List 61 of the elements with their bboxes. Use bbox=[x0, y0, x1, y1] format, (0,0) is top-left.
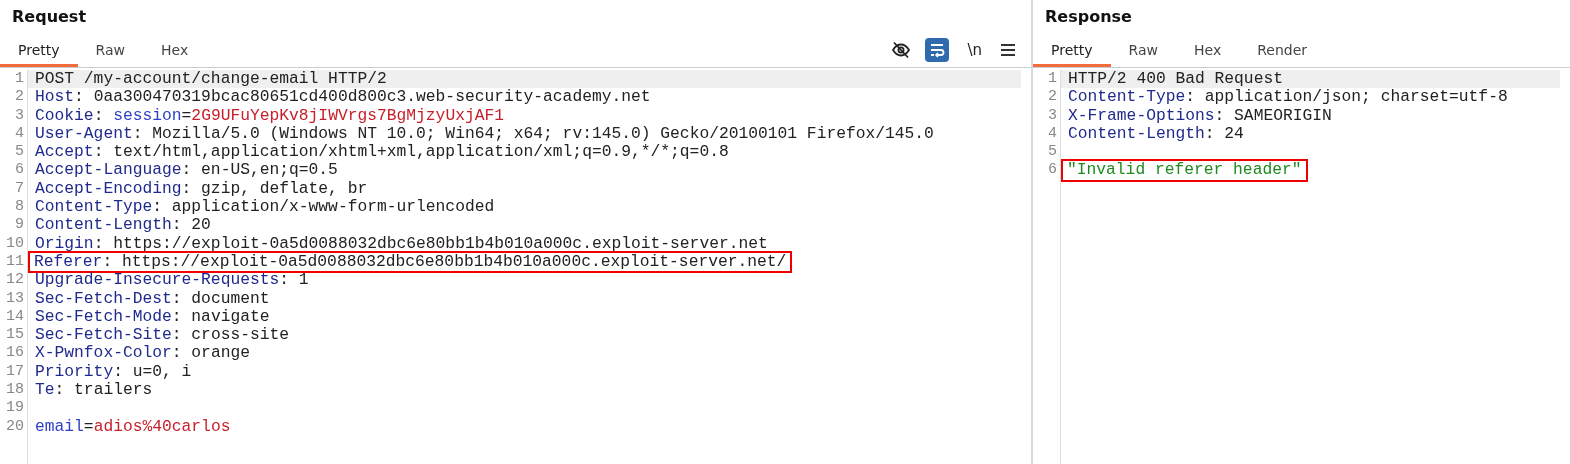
newline-toggle[interactable]: \n bbox=[963, 40, 986, 59]
tab[interactable]: Hex bbox=[143, 32, 207, 67]
code-line: Sec-Fetch-Mode: navigate bbox=[35, 307, 270, 327]
line-number: 12 bbox=[0, 271, 28, 290]
code-line: X-Pwnfox-Color: orange bbox=[35, 344, 250, 363]
line-number: 8 bbox=[0, 198, 28, 217]
code-line: Content-Type: application/json; charset=utf-8 bbox=[1068, 88, 1508, 107]
code-line: Referer: https://exploit-0a5d0088032dbc6e80bb1b4b010a000c.exploit-server.net/ bbox=[30, 252, 791, 272]
line-number: 5 bbox=[1033, 143, 1061, 162]
line-number: 7 bbox=[0, 179, 28, 199]
code-line: POST /my-account/change-email HTTP/2 bbox=[35, 70, 387, 89]
line-number: 2 bbox=[0, 88, 28, 107]
code-line: Priority: u=0, i bbox=[35, 362, 192, 382]
tab[interactable]: Pretty bbox=[0, 32, 78, 67]
line-number: 6 bbox=[0, 161, 28, 180]
code-line: Host: 0aa300470319bcac80651cd400d800c3.web-security-academy.net bbox=[35, 88, 651, 107]
panel-title: Response bbox=[1044, 6, 1132, 28]
code-line: HTTP/2 400 Bad Request bbox=[1068, 70, 1283, 89]
line-number: 17 bbox=[0, 362, 28, 382]
line-number: 13 bbox=[0, 289, 28, 308]
line-number: 3 bbox=[0, 106, 28, 125]
code-line: email=adios%40carlos bbox=[35, 417, 231, 436]
line-number: 15 bbox=[0, 326, 28, 345]
code-line: Origin: https://exploit-0a5d0088032dbc6e80bb1b4b010a000c.exploit-server.net bbox=[35, 234, 768, 253]
line-number: 20 bbox=[0, 417, 28, 436]
code-line: Accept-Language: en-US,en;q=0.5 bbox=[35, 161, 338, 180]
code-line: Content-Length: 24 bbox=[1068, 124, 1244, 144]
line-number: 18 bbox=[0, 381, 28, 400]
line-number: 14 bbox=[0, 307, 28, 327]
line-number: 3 bbox=[1033, 106, 1061, 125]
code-line: X-Frame-Options: SAMEORIGIN bbox=[1068, 106, 1332, 125]
line-number: 5 bbox=[0, 143, 28, 162]
line-number: 4 bbox=[0, 124, 28, 144]
code-line: Accept-Encoding: gzip, deflate, br bbox=[35, 179, 368, 199]
line-number: 2 bbox=[1033, 88, 1061, 107]
tab[interactable]: Hex bbox=[1176, 32, 1240, 67]
code-line: Te: trailers bbox=[35, 381, 153, 400]
panel-title: Request bbox=[11, 6, 87, 28]
code-line: Sec-Fetch-Site: cross-site bbox=[35, 326, 290, 345]
line-number: 4 bbox=[1033, 124, 1061, 144]
tab[interactable]: Render bbox=[1239, 32, 1325, 67]
line-number: 16 bbox=[0, 344, 28, 363]
line-number: 6 bbox=[1033, 161, 1061, 180]
tab[interactable]: Pretty bbox=[1033, 32, 1111, 67]
code-line: Sec-Fetch-Dest: document bbox=[35, 289, 270, 308]
code-line: Content-Length: 20 bbox=[35, 216, 211, 235]
line-number: 9 bbox=[0, 216, 28, 235]
tab[interactable]: Raw bbox=[1110, 32, 1176, 67]
eye-slash-icon[interactable] bbox=[891, 40, 912, 59]
code-line: "Invalid referer header" bbox=[1063, 161, 1306, 180]
line-number: 11 bbox=[0, 252, 28, 272]
code-line: User-Agent: Mozilla/5.0 (Windows NT 10.0; Win64; x64; rv:145.0) Gecko/20100101 Firefox/145.0 bbox=[35, 124, 934, 144]
code-line: Cookie: session=2G9UFuYepKv8jIWVrgs7BgMjzyUxjAF1 bbox=[35, 106, 504, 125]
code-line: Accept: text/html,application/xhtml+xml,application/xml;q=0.9,*/*;q=0.8 bbox=[35, 143, 729, 162]
tab[interactable]: Raw bbox=[77, 32, 143, 67]
wrap-icon[interactable] bbox=[925, 37, 950, 62]
code-line: Content-Type: application/x-www-form-urlencoded bbox=[35, 198, 495, 217]
line-number: 19 bbox=[0, 399, 28, 418]
menu-icon[interactable] bbox=[1000, 42, 1016, 57]
code-line: Upgrade-Insecure-Requests: 1 bbox=[35, 271, 309, 290]
line-number: 10 bbox=[0, 234, 28, 253]
